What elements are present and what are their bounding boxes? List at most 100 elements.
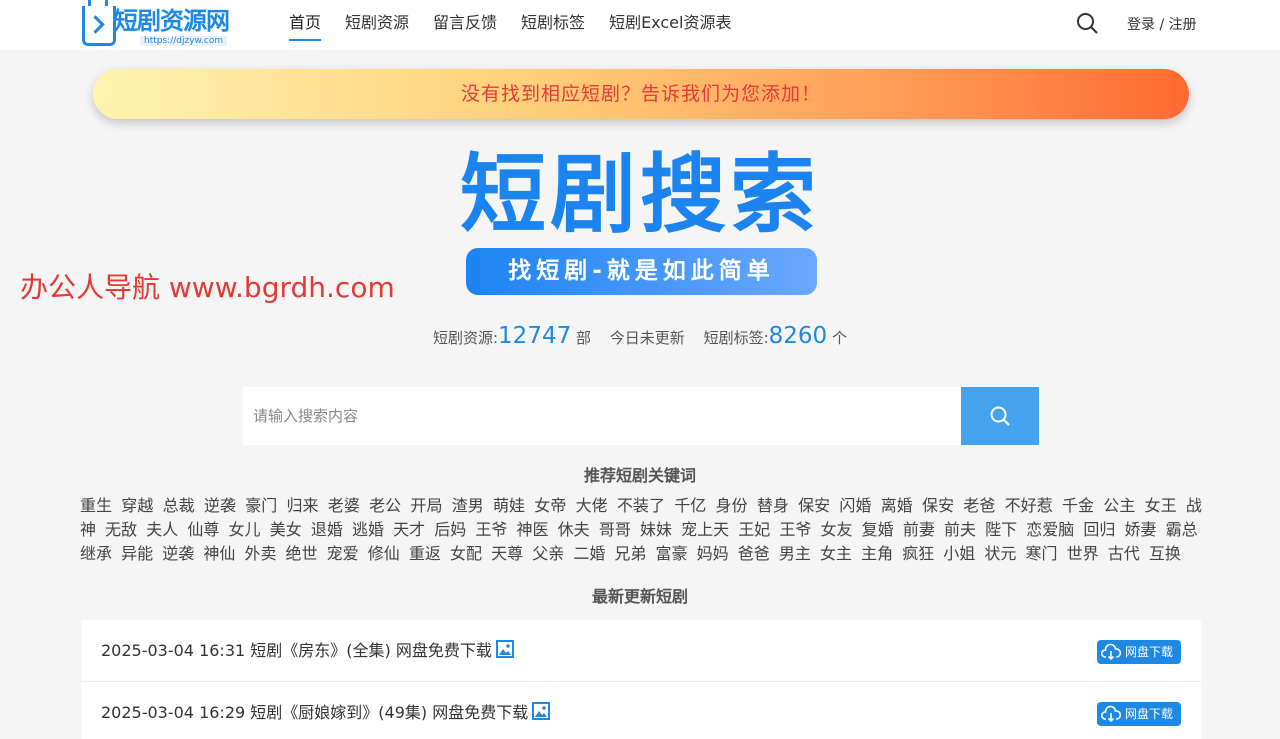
- keyword-tag[interactable]: 绝世: [286, 544, 318, 563]
- keyword-tag[interactable]: 老爸: [963, 496, 995, 515]
- download-button[interactable]: 网盘下载: [1097, 702, 1181, 726]
- keyword-tag[interactable]: 霸总: [1166, 520, 1198, 539]
- keyword-tag[interactable]: 修仙: [368, 544, 400, 563]
- keyword-tag[interactable]: 天尊: [491, 544, 523, 563]
- nav-feedback[interactable]: 留言反馈: [433, 0, 497, 50]
- keyword-tag[interactable]: 王爷: [475, 520, 507, 539]
- keyword-tag[interactable]: 离婚: [881, 496, 913, 515]
- keyword-tag[interactable]: 男主: [779, 544, 811, 563]
- keyword-tag[interactable]: 女王: [1145, 496, 1177, 515]
- keyword-tag[interactable]: 开局: [410, 496, 442, 515]
- keyword-tag[interactable]: 逆袭: [204, 496, 236, 515]
- nav-excel[interactable]: 短剧Excel资源表: [609, 0, 731, 50]
- list-item[interactable]: 2025-03-04 16:29 短剧《厨娘嫁到》(49集) 网盘免费下载 网盘…: [81, 682, 1201, 739]
- keyword-tag[interactable]: 保安: [922, 496, 954, 515]
- keyword-tag[interactable]: 古代: [1108, 544, 1140, 563]
- keyword-tag[interactable]: 退婚: [311, 520, 343, 539]
- login-register-link[interactable]: 登录 / 注册: [1127, 14, 1197, 34]
- keyword-tag[interactable]: 复婚: [862, 520, 894, 539]
- keyword-tag[interactable]: 爸爸: [738, 544, 770, 563]
- keyword-tag[interactable]: 恋爱脑: [1026, 520, 1074, 539]
- keyword-tag[interactable]: 夫人: [146, 520, 178, 539]
- keyword-tag[interactable]: 继承: [80, 544, 112, 563]
- keyword-tag[interactable]: 娇妻: [1125, 520, 1157, 539]
- keyword-tag[interactable]: 总裁: [163, 496, 195, 515]
- keyword-tag[interactable]: 宠上天: [681, 520, 729, 539]
- keyword-tag[interactable]: 休夫: [558, 520, 590, 539]
- keyword-tag[interactable]: 异能: [121, 544, 153, 563]
- keyword-tag[interactable]: 小姐: [943, 544, 975, 563]
- download-button[interactable]: 网盘下载: [1097, 640, 1181, 664]
- keyword-tag[interactable]: 父亲: [532, 544, 564, 563]
- keyword-tag[interactable]: 逃婚: [352, 520, 384, 539]
- keyword-tag[interactable]: 后妈: [434, 520, 466, 539]
- keyword-tag[interactable]: 归来: [286, 496, 318, 515]
- keyword-tag[interactable]: 前妻: [903, 520, 935, 539]
- keyword-tag[interactable]: 宠爱: [327, 544, 359, 563]
- keyword-tag[interactable]: 状元: [984, 544, 1016, 563]
- list-item[interactable]: 2025-03-04 16:31 短剧《房东》(全集) 网盘免费下载 网盘下载: [81, 620, 1201, 682]
- keyword-tag[interactable]: 身份: [716, 496, 748, 515]
- latest-title: 最新更新短剧: [591, 587, 688, 606]
- keyword-tag[interactable]: 前夫: [944, 520, 976, 539]
- keyword-tag[interactable]: 保安: [798, 496, 830, 515]
- keyword-tag[interactable]: 陛下: [985, 520, 1017, 539]
- keyword-tag[interactable]: 世界: [1067, 544, 1099, 563]
- list-item-title[interactable]: 2025-03-04 16:29 短剧《厨娘嫁到》(49集) 网盘免费下载: [101, 702, 551, 724]
- keyword-tag[interactable]: 老公: [369, 496, 401, 515]
- keyword-tag[interactable]: 疯狂: [902, 544, 934, 563]
- search-input[interactable]: [243, 387, 961, 445]
- keyword-tag[interactable]: 逆袭: [162, 544, 194, 563]
- keyword-tag[interactable]: 仙尊: [187, 520, 219, 539]
- keyword-tag[interactable]: 女儿: [229, 520, 261, 539]
- keyword-tag[interactable]: 豪门: [245, 496, 277, 515]
- keyword-tag[interactable]: 老婆: [328, 496, 360, 515]
- search-button[interactable]: [961, 387, 1039, 445]
- keyword-tag[interactable]: 兄弟: [614, 544, 646, 563]
- keyword-tag[interactable]: 重返: [409, 544, 441, 563]
- keyword-tag[interactable]: 王爷: [779, 520, 811, 539]
- keyword-tag[interactable]: 天才: [393, 520, 425, 539]
- nav-home[interactable]: 首页: [289, 0, 322, 50]
- banner-text: 没有找到相应短剧？告诉我们为您添加！: [460, 83, 821, 105]
- keyword-tag[interactable]: 千亿: [674, 496, 706, 515]
- keyword-tag[interactable]: 萌娃: [493, 496, 525, 515]
- keyword-tag[interactable]: 妹妹: [640, 520, 672, 539]
- keyword-tag[interactable]: 二婚: [573, 544, 605, 563]
- keyword-tag[interactable]: 女主: [820, 544, 852, 563]
- keyword-tag[interactable]: 外卖: [244, 544, 276, 563]
- keyword-tag[interactable]: 渣男: [452, 496, 484, 515]
- keyword-tag[interactable]: 不装了: [617, 496, 665, 515]
- keyword-tag[interactable]: 王妃: [738, 520, 770, 539]
- keyword-tag[interactable]: 哥哥: [599, 520, 631, 539]
- keyword-tag[interactable]: 大佬: [576, 496, 608, 515]
- keyword-tag[interactable]: 千金: [1062, 496, 1094, 515]
- keyword-tag[interactable]: 神医: [517, 520, 549, 539]
- keyword-tag[interactable]: 回归: [1083, 520, 1115, 539]
- keyword-tag[interactable]: 寒门: [1026, 544, 1058, 563]
- keyword-tag[interactable]: 公主: [1103, 496, 1135, 515]
- keyword-tag[interactable]: 不好惹: [1005, 496, 1053, 515]
- keyword-tag[interactable]: 闪婚: [839, 496, 871, 515]
- keyword-tag[interactable]: 主角: [861, 544, 893, 563]
- keyword-tag[interactable]: 重生: [80, 496, 112, 515]
- nav-tags[interactable]: 短剧标签: [521, 0, 585, 50]
- keyword-tag[interactable]: 妈妈: [697, 544, 729, 563]
- list-item-title[interactable]: 2025-03-04 16:31 短剧《房东》(全集) 网盘免费下载: [101, 640, 514, 662]
- keyword-tag[interactable]: 富豪: [656, 544, 688, 563]
- site-header: 短剧资源网 https://djzyw.com 首页 短剧资源 留言反馈 短剧标…: [0, 0, 1280, 50]
- keyword-tag[interactable]: 女帝: [534, 496, 566, 515]
- keyword-tag[interactable]: 女友: [821, 520, 853, 539]
- request-banner[interactable]: 没有找到相应短剧？告诉我们为您添加！: [93, 69, 1189, 119]
- keyword-tag[interactable]: 替身: [757, 496, 789, 515]
- keyword-tag[interactable]: 穿越: [121, 496, 153, 515]
- keyword-tag[interactable]: 女配: [450, 544, 482, 563]
- keyword-tag[interactable]: 美女: [270, 520, 302, 539]
- site-logo[interactable]: 短剧资源网 https://djzyw.com: [80, 0, 240, 50]
- keyword-tag[interactable]: 互换: [1149, 544, 1181, 563]
- keyword-list: 重生 穿越 总裁 逆袭 豪门 归来 老婆 老公 开局 渣男 萌娃 女帝 大佬 不…: [80, 494, 1202, 566]
- keyword-tag[interactable]: 神仙: [203, 544, 235, 563]
- search-icon[interactable]: [1076, 12, 1098, 34]
- keyword-tag[interactable]: 无敌: [105, 520, 137, 539]
- nav-resources[interactable]: 短剧资源: [345, 0, 409, 50]
